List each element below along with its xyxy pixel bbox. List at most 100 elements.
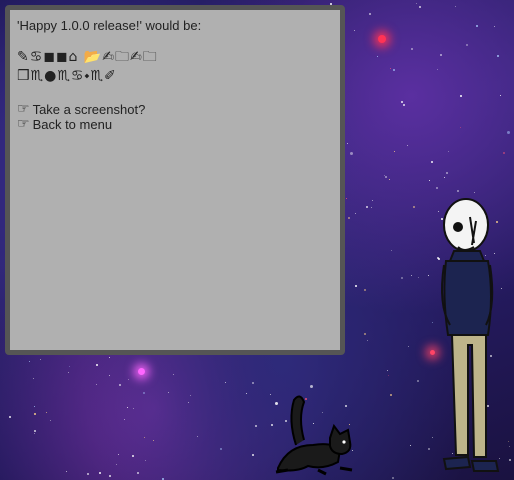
star [144, 437, 146, 439]
star [494, 25, 496, 27]
star [345, 197, 347, 199]
pointing-hand-icon: ☞ [17, 101, 30, 117]
star [443, 176, 445, 178]
star [109, 475, 112, 478]
star [390, 394, 393, 397]
star [390, 250, 392, 252]
wingdings-text-line-1: ✎♋◼◼⌂ 📂✍🗀✍🗀 [17, 49, 158, 65]
wingdings-text-line-2: ❒♏●♏♋⬩♏✐ [17, 68, 117, 84]
star [431, 161, 434, 164]
star [364, 333, 367, 336]
star [245, 392, 247, 394]
star [459, 95, 462, 98]
star [347, 216, 350, 219]
star [417, 379, 420, 382]
star [224, 381, 226, 383]
star [168, 391, 170, 393]
star [353, 30, 355, 32]
star [136, 471, 139, 474]
star [418, 277, 420, 279]
star [144, 460, 146, 461]
star [497, 55, 500, 58]
star [455, 6, 456, 7]
star [29, 361, 31, 363]
star [371, 207, 373, 208]
star [126, 407, 128, 408]
star [389, 68, 391, 70]
star [220, 448, 223, 451]
star [66, 471, 68, 473]
star [108, 374, 110, 376]
star [32, 378, 34, 380]
star [123, 418, 125, 420]
star [131, 455, 134, 458]
star [33, 405, 35, 407]
star [96, 363, 99, 366]
star [252, 381, 255, 384]
star [368, 12, 371, 15]
pointing-hand-icon: ☞ [17, 116, 30, 132]
star [419, 6, 422, 9]
star [69, 365, 71, 367]
star [410, 274, 412, 276]
black-cat [275, 395, 353, 476]
star [406, 144, 408, 146]
option-back-to-menu[interactable]: ☞ Back to menu [17, 116, 112, 132]
star [456, 189, 459, 192]
star [34, 412, 37, 415]
star [189, 395, 191, 397]
star [45, 411, 47, 413]
star [409, 445, 411, 447]
star [108, 357, 110, 359]
star [503, 151, 506, 154]
star [447, 151, 449, 153]
option-label: Back to menu [32, 116, 113, 132]
star [355, 212, 357, 214]
star [173, 373, 175, 375]
star [87, 472, 90, 475]
star [499, 95, 501, 97]
star [437, 68, 439, 70]
star [401, 100, 404, 103]
star [411, 48, 414, 51]
star [188, 401, 190, 403]
star [9, 415, 12, 418]
star [255, 425, 258, 428]
star [412, 206, 415, 209]
star [388, 375, 390, 377]
star [119, 384, 122, 387]
star [364, 289, 367, 292]
star [427, 274, 429, 276]
star [435, 186, 438, 189]
star [387, 369, 389, 371]
star [251, 454, 254, 457]
option-take-screenshot[interactable]: ☞ Take a screenshot? [17, 101, 145, 117]
star [372, 199, 374, 201]
star [354, 285, 357, 288]
option-label: Take a screenshot? [32, 101, 146, 117]
star [365, 206, 368, 209]
star [99, 472, 102, 475]
star [465, 44, 468, 47]
star [408, 345, 410, 347]
skeleton-figure [441, 198, 500, 472]
star [196, 435, 198, 437]
star [347, 142, 349, 144]
star [33, 432, 35, 434]
star [132, 408, 134, 410]
star [39, 359, 41, 361]
star [67, 372, 69, 374]
star [142, 392, 145, 395]
star [474, 191, 476, 193]
star [389, 179, 391, 181]
star [476, 24, 479, 27]
dialog-box: 'Happy 1.0.0 release!' would be: ✎♋◼◼⌂ 📂… [5, 5, 345, 355]
star [506, 130, 510, 134]
star [95, 383, 97, 385]
star [153, 439, 155, 441]
star [117, 454, 119, 456]
star [34, 430, 37, 433]
star [445, 172, 448, 175]
star [366, 340, 368, 342]
star [350, 151, 354, 155]
